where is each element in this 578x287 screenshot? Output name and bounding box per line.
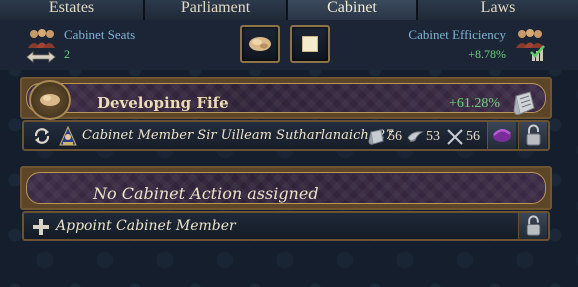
party-button[interactable] <box>487 122 516 149</box>
tab-bar: Estates Parliament Cabinet Laws <box>0 0 578 20</box>
plus-icon <box>33 219 49 235</box>
dip-icon <box>407 131 424 143</box>
cycle-icon[interactable] <box>32 126 52 146</box>
cabinet-member-name: Cabinet Member Sir Uilleam Sutharlanaich… <box>82 128 394 143</box>
dip-skill: 53 <box>406 127 440 147</box>
efficiency-icon <box>516 29 545 61</box>
cabinet-stats-bar: Cabinet Seats 2 Cabinet Efficiency +8.78… <box>0 20 578 70</box>
adm-value: 56 <box>388 129 402 144</box>
people-icon <box>28 29 55 48</box>
blank-square-icon <box>302 36 318 52</box>
agenda-medal-icon <box>29 80 71 120</box>
adm-icon <box>368 129 384 145</box>
traits-button[interactable] <box>240 25 280 63</box>
cabinet-efficiency-value: +8.78% <box>468 47 506 61</box>
cabinet-member-row[interactable]: Cabinet Member Sir Uilleam Sutharlanaich… <box>22 120 550 151</box>
cabinet-action-text: No Cabinet Action assigned <box>93 184 319 203</box>
arrows-icon <box>26 51 56 63</box>
mil-icon <box>447 129 463 145</box>
agenda-banner[interactable]: Developing Fife +61.28% <box>26 83 546 116</box>
agenda-progress-value: +61.28% <box>448 96 500 111</box>
cabinet-agenda-panel: Developing Fife +61.28% <box>20 77 552 120</box>
appoint-cabinet-member-button[interactable]: Appoint Cabinet Member <box>22 211 550 241</box>
tab-cabinet[interactable]: Cabinet <box>288 0 418 20</box>
appoint-label: Appoint Cabinet Member <box>56 218 236 234</box>
cabinet-efficiency-label: Cabinet Efficiency <box>408 27 506 42</box>
action-banner[interactable]: No Cabinet Action assigned <box>26 172 546 204</box>
mil-skill: 56 <box>446 127 480 147</box>
party-icon <box>493 129 511 142</box>
lock-button[interactable] <box>518 122 547 149</box>
traits-icon <box>249 37 271 51</box>
cabinet-action-panel: No Cabinet Action assigned <box>20 166 552 210</box>
agenda-title: Developing Fife <box>97 94 229 112</box>
adm-skill: 56 <box>368 127 402 147</box>
cabinet-seats-label: Cabinet Seats <box>64 27 136 42</box>
tab-estates[interactable]: Estates <box>0 0 145 20</box>
lock-icon <box>526 124 541 146</box>
tab-parliament[interactable]: Parliament <box>145 0 288 20</box>
scroll-icon[interactable] <box>512 90 538 118</box>
tab-laws[interactable]: Laws <box>418 0 578 20</box>
lock-icon <box>526 215 541 236</box>
cabinet-seats-value: 2 <box>64 47 70 61</box>
blank-square-button[interactable] <box>290 25 330 63</box>
appoint-lock-button[interactable] <box>518 213 547 239</box>
dip-value: 53 <box>426 129 440 144</box>
portrait-icon <box>59 125 77 146</box>
mil-value: 56 <box>466 129 480 144</box>
